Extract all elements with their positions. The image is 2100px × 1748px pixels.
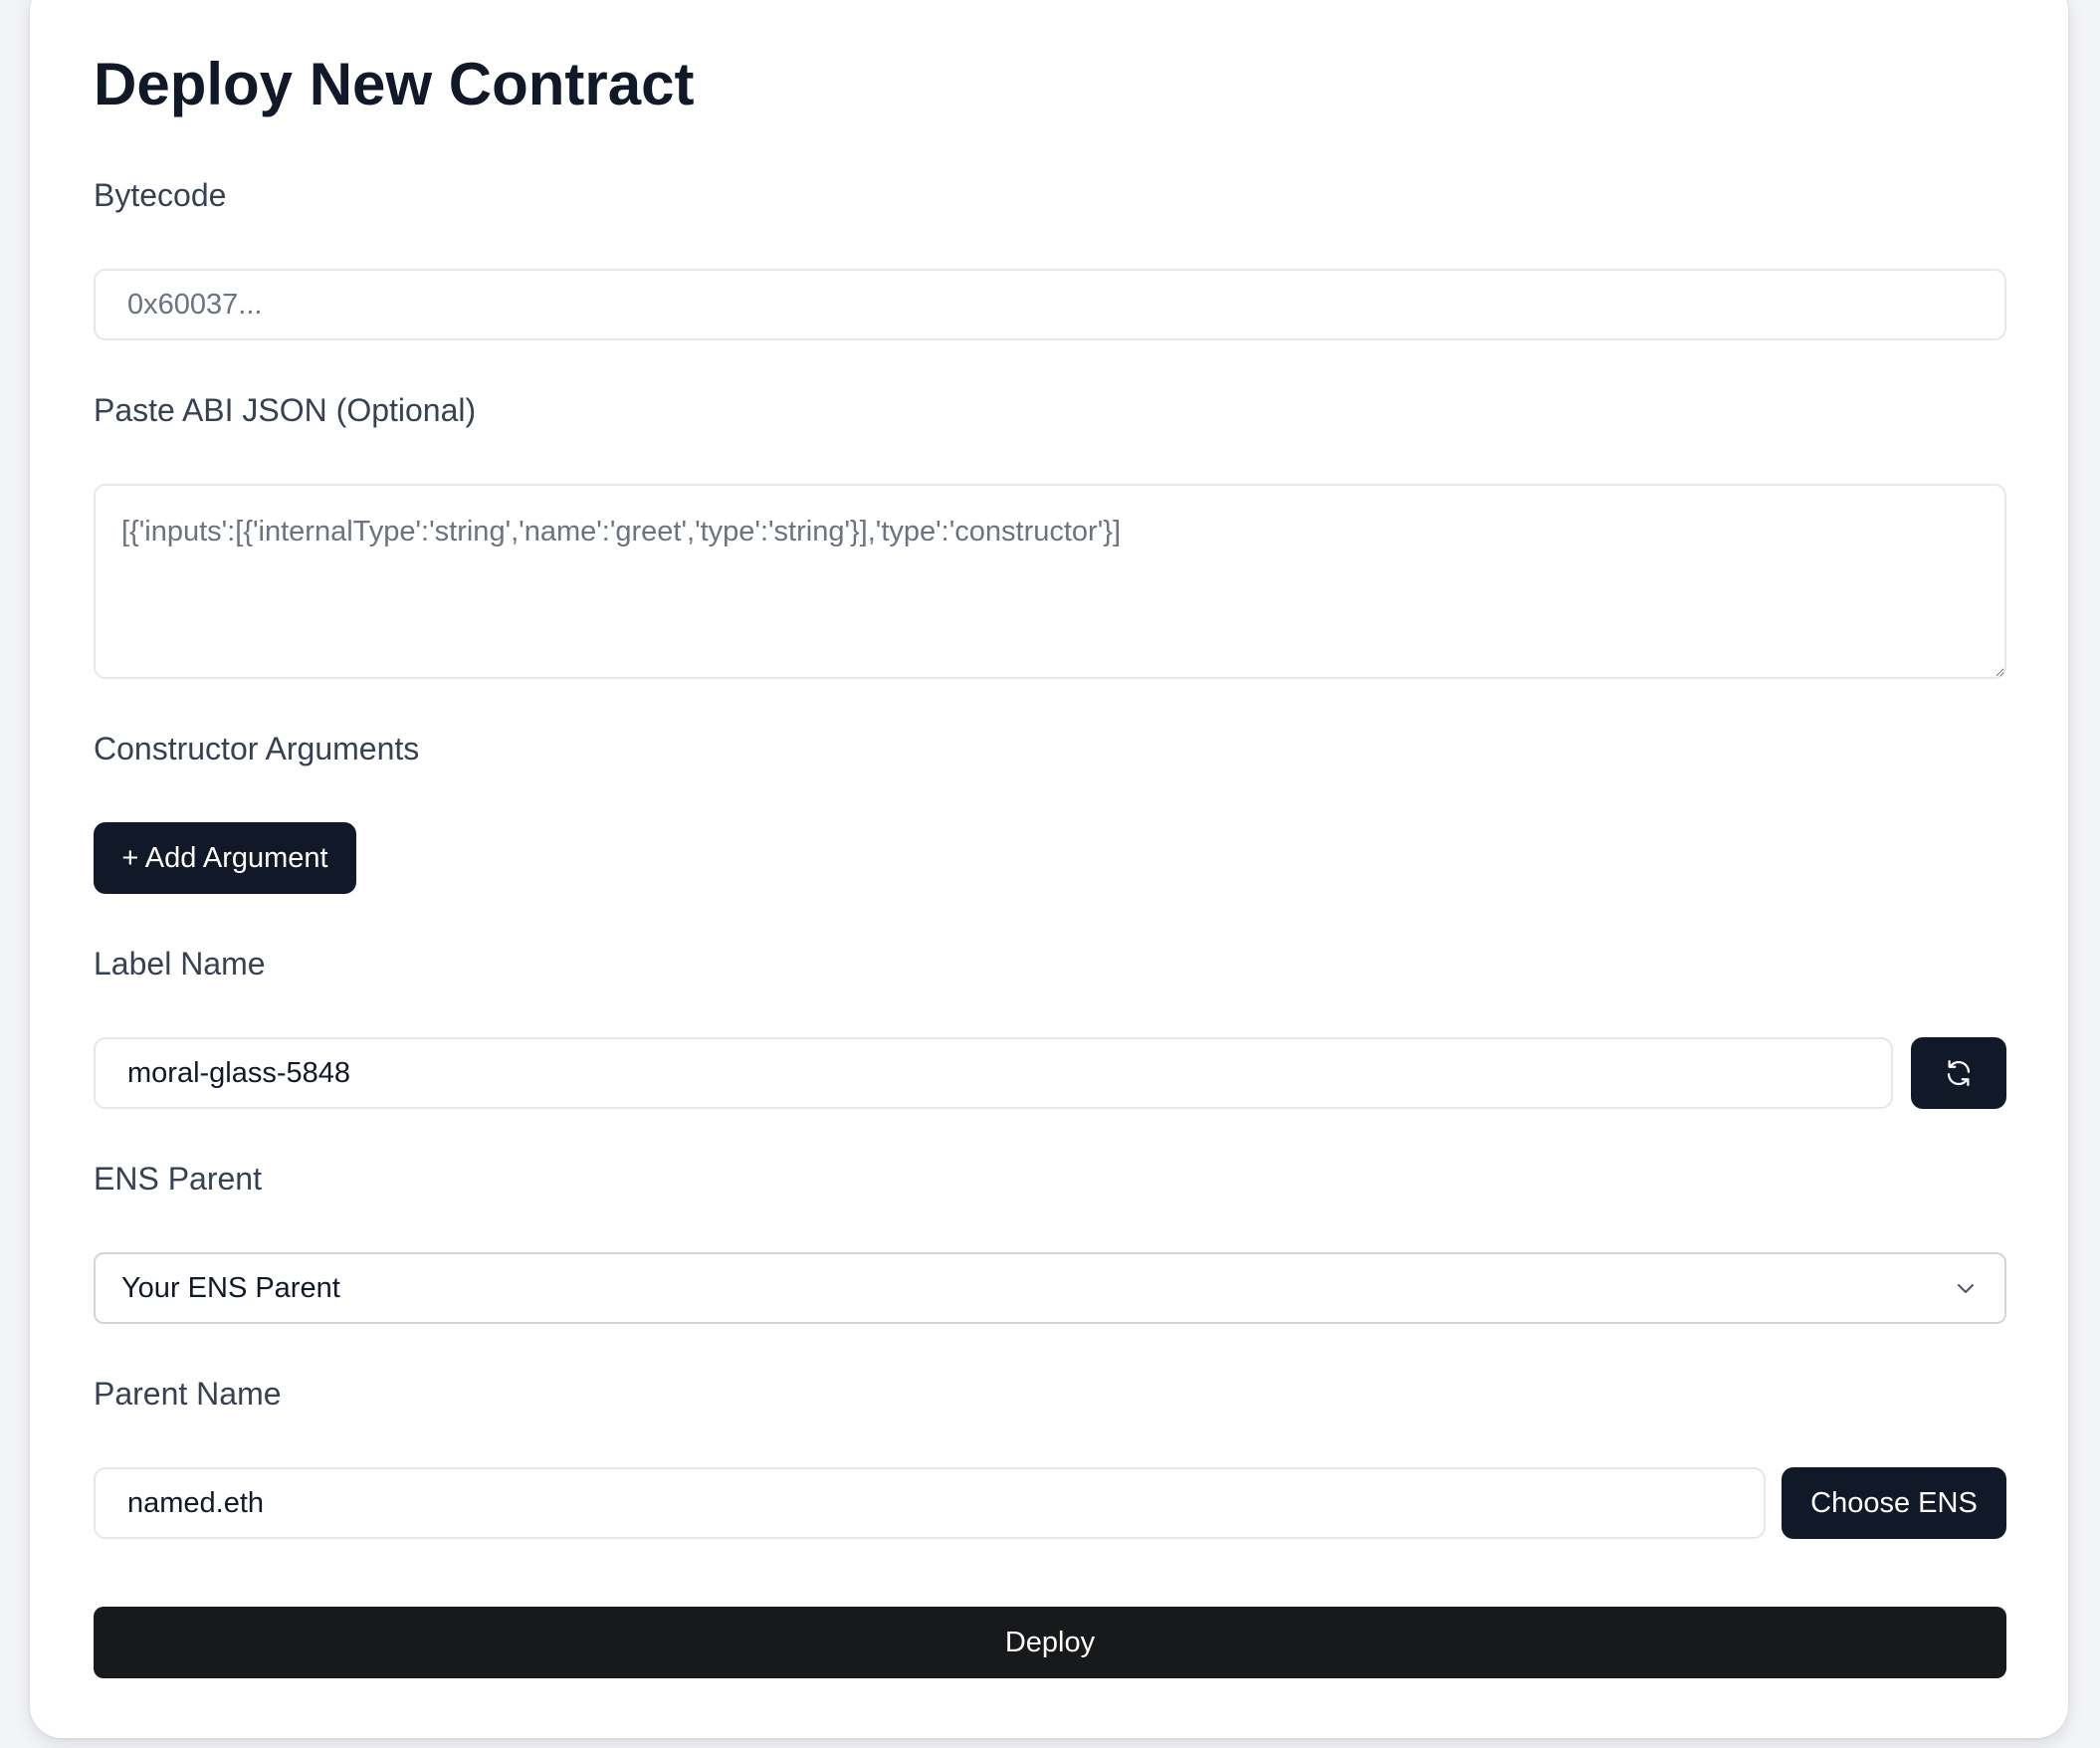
constructor-arguments-label: Constructor Arguments [94, 731, 420, 766]
regenerate-label-button[interactable] [1911, 1037, 2006, 1109]
bytecode-input[interactable] [94, 269, 2006, 340]
parent-name-label: Parent Name [94, 1376, 282, 1412]
ens-parent-label: ENS Parent [94, 1161, 262, 1197]
add-argument-button[interactable]: + Add Argument [94, 822, 356, 894]
parent-name-input[interactable] [94, 1467, 1766, 1539]
ens-parent-selected-value: Your ENS Parent [121, 1271, 340, 1304]
label-name-label: Label Name [94, 946, 266, 982]
chevron-down-icon [1953, 1275, 1979, 1301]
deploy-contract-card: Deploy New Contract Bytecode Paste ABI J… [30, 0, 2068, 1738]
page-background: Deploy New Contract Bytecode Paste ABI J… [0, 0, 2100, 1748]
label-name-input[interactable] [94, 1037, 1893, 1109]
bytecode-label: Bytecode [94, 177, 227, 213]
abi-json-textarea[interactable] [94, 484, 2006, 679]
abi-json-label: Paste ABI JSON (Optional) [94, 392, 477, 428]
refresh-icon [1944, 1058, 1974, 1088]
ens-parent-select[interactable]: Your ENS Parent [94, 1252, 2006, 1324]
page-title: Deploy New Contract [94, 51, 695, 117]
deploy-button[interactable]: Deploy [94, 1607, 2006, 1678]
choose-ens-button[interactable]: Choose ENS [1782, 1467, 2006, 1539]
